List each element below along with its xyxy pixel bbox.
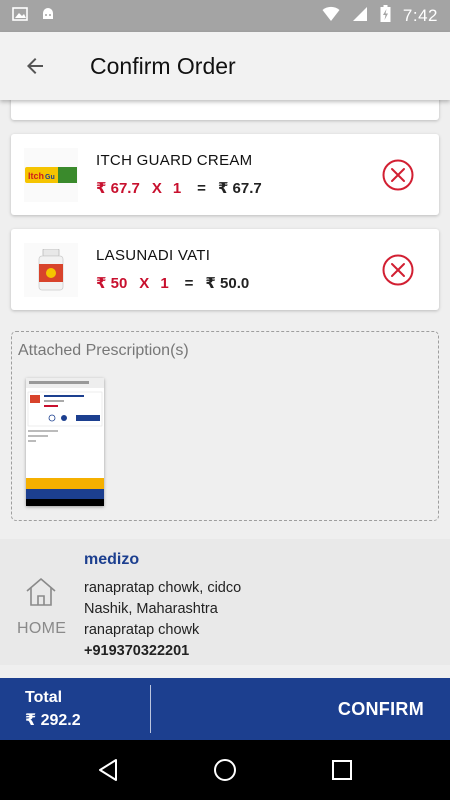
order-content[interactable]: Itch Gu ITCH GUARD CREAM ₹ 67.7 X 1 = ₹ …: [0, 100, 450, 678]
equals-sign: =: [184, 274, 194, 292]
delivery-address-section[interactable]: HOME medizo ranapratap chowk, cidco Nash…: [0, 539, 450, 665]
prescription-title: Attached Prescription(s): [18, 342, 189, 359]
total-value: ₹ 292.2: [25, 712, 81, 729]
square-recents-icon: [331, 760, 352, 780]
line-total: ₹ 50.0: [205, 275, 250, 292]
remove-circle-icon: [382, 159, 414, 190]
address-name: medizo: [84, 551, 140, 568]
total-label: Total: [25, 689, 63, 706]
svg-text:Gu: Gu: [45, 174, 55, 181]
triangle-back-icon: [99, 759, 118, 781]
order-item-card: Itch Gu ITCH GUARD CREAM ₹ 67.7 X 1 = ₹ …: [11, 134, 439, 215]
nav-home-button[interactable]: [201, 746, 249, 794]
product-name: LASUNADI VATI: [96, 247, 211, 264]
unit-price: ₹ 67.7: [96, 180, 140, 197]
prescription-section: Attached Prescription(s): [11, 331, 439, 521]
quantity: 1: [172, 179, 182, 197]
line-total: ₹ 67.7: [217, 180, 262, 197]
prescription-image[interactable]: [26, 378, 104, 506]
address-line: ranapratap chowk, cidco: [84, 580, 242, 596]
price-line: ₹ 67.7 X 1 = ₹ 67.7: [96, 179, 381, 198]
multiply-sign: X: [151, 179, 162, 197]
home-icon: [24, 577, 58, 612]
product-image: [24, 242, 78, 297]
signal-icon: [352, 6, 368, 27]
quantity: 1: [160, 274, 169, 292]
gallery-notification-icon: [12, 6, 28, 26]
checkout-bar: Total ₹ 292.2 CONFIRM: [0, 678, 450, 740]
nav-recents-button[interactable]: [318, 746, 366, 794]
back-button[interactable]: [0, 32, 70, 100]
top-app-bar: Confirm Order: [0, 32, 450, 100]
remove-circle-icon: [382, 254, 414, 285]
multiply-sign: X: [139, 274, 150, 292]
nav-back-button[interactable]: [84, 746, 132, 794]
address-line: Nashik, Maharashtra: [84, 601, 218, 617]
status-time: 7:42: [402, 6, 438, 25]
product-name: ITCH GUARD CREAM: [96, 152, 253, 169]
wifi-icon: [322, 6, 340, 27]
address-lines: ranapratap chowk, cidco Nashik, Maharash…: [84, 578, 241, 662]
arrow-back-icon: [27, 58, 43, 74]
remove-item-button[interactable]: [381, 158, 415, 192]
address-phone: +919370322201: [84, 643, 190, 659]
equals-sign: =: [197, 179, 206, 197]
order-item-card-partial: [11, 100, 439, 120]
circle-home-icon: [213, 759, 236, 781]
system-nav-bar: [0, 740, 450, 800]
address-line: ranapratap chowk: [84, 622, 200, 638]
confirm-button[interactable]: CONFIRM: [151, 678, 450, 740]
price-line: ₹ 50 X 1 = ₹ 50.0: [96, 274, 381, 293]
svg-text:Itch: Itch: [28, 171, 44, 181]
address-type-label: HOME: [17, 620, 67, 637]
status-bar: 7:42: [0, 0, 450, 32]
battery-charging-icon: [380, 5, 391, 27]
order-item-card: LASUNADI VATI ₹ 50 X 1 = ₹ 50.0: [11, 229, 439, 310]
remove-item-button[interactable]: [381, 253, 415, 287]
android-notification-icon: [40, 6, 56, 27]
unit-price: ₹ 50: [96, 275, 128, 292]
app-screen: 7:42 Confirm Order Itch Gu ITCH GUARD CR…: [0, 0, 450, 800]
product-image: Itch Gu: [24, 147, 78, 202]
page-title: Confirm Order: [90, 52, 236, 79]
